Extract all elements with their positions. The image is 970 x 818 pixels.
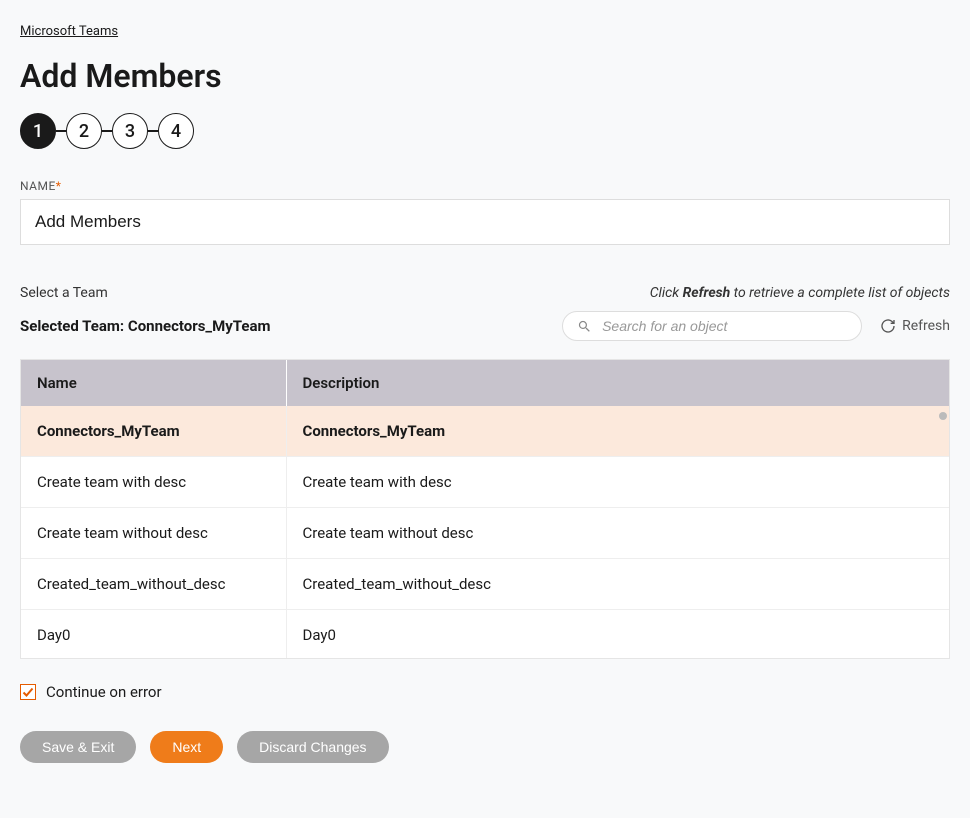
selected-team-label: Selected Team: Connectors_MyTeam xyxy=(20,317,271,335)
cell-name: Created_team_without_desc xyxy=(21,559,286,610)
step-connector xyxy=(56,130,66,132)
cell-description: Day0 xyxy=(286,610,949,660)
discard-changes-button[interactable]: Discard Changes xyxy=(237,731,388,763)
table-row[interactable]: Create team without descCreate team with… xyxy=(21,508,949,559)
search-box[interactable] xyxy=(562,311,862,341)
wizard-stepper: 1234 xyxy=(20,113,950,149)
refresh-icon xyxy=(880,318,896,334)
step-4[interactable]: 4 xyxy=(158,113,194,149)
table-row[interactable]: Connectors_MyTeamConnectors_MyTeam xyxy=(21,406,949,457)
required-asterisk: * xyxy=(56,179,62,193)
table-row[interactable]: Create team with descCreate team with de… xyxy=(21,457,949,508)
cell-description: Connectors_MyTeam xyxy=(286,406,949,457)
search-icon xyxy=(577,319,592,334)
table-header-row: Name Description xyxy=(21,360,949,406)
name-input[interactable] xyxy=(20,199,950,245)
search-input[interactable] xyxy=(602,318,847,334)
refresh-label: Refresh xyxy=(902,318,950,334)
cell-name: Connectors_MyTeam xyxy=(21,406,286,457)
table-row[interactable]: Created_team_without_descCreated_team_wi… xyxy=(21,559,949,610)
continue-on-error-checkbox[interactable] xyxy=(20,684,36,700)
page-title: Add Members xyxy=(20,57,950,95)
cell-name: Create team with desc xyxy=(21,457,286,508)
teams-table-container[interactable]: Name Description Connectors_MyTeamConnec… xyxy=(20,359,950,659)
cell-name: Create team without desc xyxy=(21,508,286,559)
next-button[interactable]: Next xyxy=(150,731,223,763)
table-row[interactable]: Day0Day0 xyxy=(21,610,949,660)
step-2[interactable]: 2 xyxy=(66,113,102,149)
column-header-description[interactable]: Description xyxy=(286,360,949,406)
step-connector xyxy=(102,130,112,132)
refresh-button[interactable]: Refresh xyxy=(880,318,950,334)
column-header-name[interactable]: Name xyxy=(21,360,286,406)
save-exit-button[interactable]: Save & Exit xyxy=(20,731,136,763)
teams-table-body: Connectors_MyTeamConnectors_MyTeamCreate… xyxy=(21,406,949,659)
name-field-label: NAME* xyxy=(20,179,950,193)
check-icon xyxy=(22,686,34,698)
step-1[interactable]: 1 xyxy=(20,113,56,149)
continue-on-error-label: Continue on error xyxy=(46,683,162,701)
select-team-label: Select a Team xyxy=(20,285,108,301)
cell-description: Create team without desc xyxy=(286,508,949,559)
step-connector xyxy=(148,130,158,132)
teams-table: Name Description Connectors_MyTeamConnec… xyxy=(21,360,949,659)
breadcrumb-link[interactable]: Microsoft Teams xyxy=(20,24,118,39)
cell-description: Create team with desc xyxy=(286,457,949,508)
cell-description: Created_team_without_desc xyxy=(286,559,949,610)
step-3[interactable]: 3 xyxy=(112,113,148,149)
cell-name: Day0 xyxy=(21,610,286,660)
refresh-hint: Click Refresh to retrieve a complete lis… xyxy=(650,285,950,301)
scroll-indicator xyxy=(939,412,947,420)
